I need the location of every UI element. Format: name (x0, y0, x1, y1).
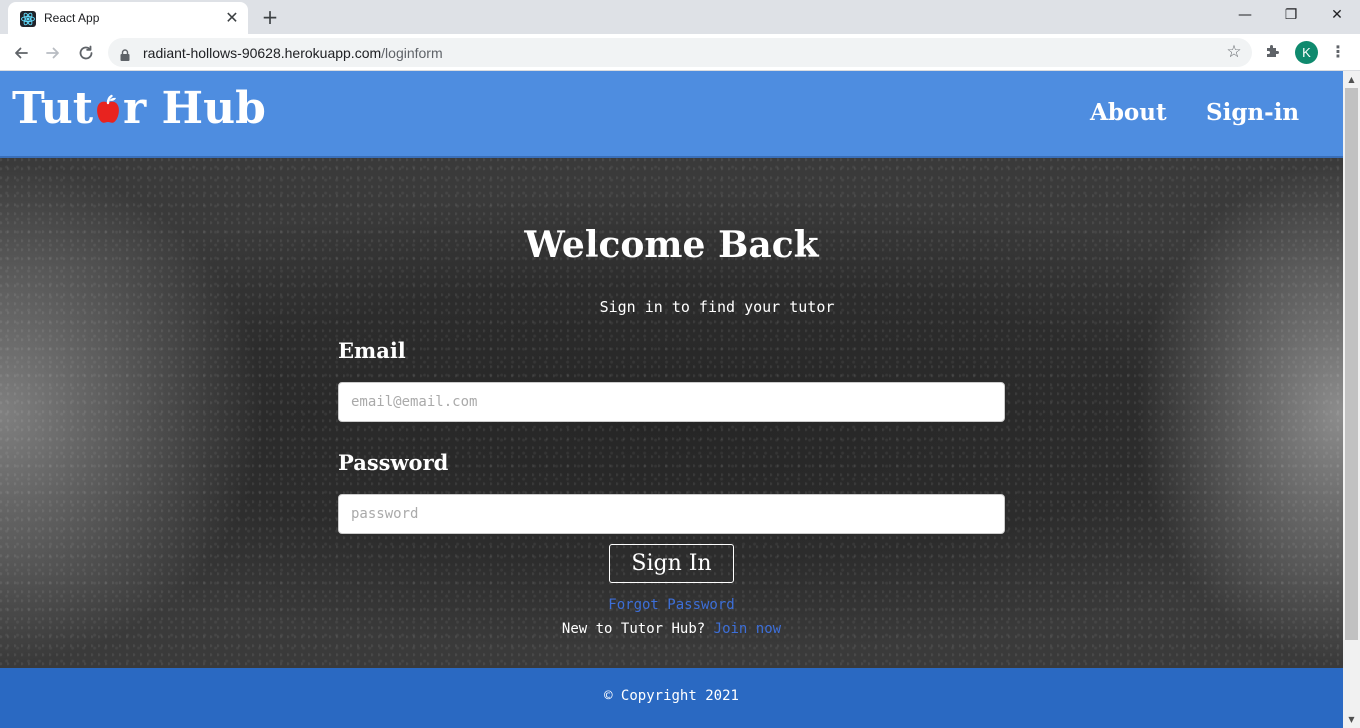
star-icon[interactable]: ☆ (1224, 42, 1244, 62)
tab-close-icon[interactable]: ✕ (224, 10, 240, 26)
browser-tab[interactable]: React App ✕ (8, 2, 248, 34)
password-field[interactable] (338, 494, 1005, 534)
sign-in-button[interactable]: Sign In (609, 544, 734, 583)
password-label: Password (338, 450, 449, 475)
url-path: /loginform (381, 45, 443, 61)
arrow-right-icon[interactable] (42, 42, 64, 64)
login-section: Welcome Back Sign in to find your tutor … (0, 158, 1343, 668)
browser-tab-strip: React App ✕ + — ❐ ✕ (0, 0, 1360, 34)
email-field[interactable] (338, 382, 1005, 422)
url-text: radiant-hollows-90628.herokuapp.com/logi… (143, 45, 443, 61)
site-footer: © Copyright 2021 (0, 668, 1343, 728)
address-bar[interactable]: radiant-hollows-90628.herokuapp.com/logi… (108, 38, 1252, 67)
arrow-left-icon[interactable] (10, 42, 32, 64)
site-header: Tut r Hub About Sign-in (0, 71, 1343, 158)
window-minimize-icon[interactable]: — (1222, 0, 1268, 30)
puzzle-icon[interactable] (1263, 42, 1283, 62)
copyright-text: © Copyright 2021 (604, 688, 739, 704)
page-scrollbar[interactable]: ▲ ▼ (1343, 71, 1360, 728)
join-prompt-text: New to Tutor Hub? (561, 621, 706, 637)
window-restore-icon[interactable]: ❐ (1268, 0, 1314, 30)
new-tab-icon[interactable]: + (260, 6, 280, 28)
logo-text-end: r Hub (123, 83, 266, 134)
site-logo[interactable]: Tut r Hub (12, 83, 266, 134)
scroll-up-arrow-icon[interactable]: ▲ (1343, 71, 1360, 88)
apple-icon (93, 93, 123, 125)
nav-about-link[interactable]: About (1090, 99, 1167, 126)
window-close-icon[interactable]: ✕ (1314, 0, 1360, 30)
url-host: radiant-hollows-90628.herokuapp.com (143, 45, 382, 61)
page-title: Welcome Back (524, 224, 819, 266)
lock-icon[interactable] (120, 46, 130, 61)
join-now-link[interactable]: Join now (714, 621, 781, 637)
profile-avatar[interactable]: K (1295, 41, 1318, 64)
react-favicon-icon (20, 11, 36, 27)
page-subtitle: Sign in to find your tutor (599, 298, 835, 316)
join-prompt: New to Tutor Hub? Join now (0, 621, 1343, 637)
scroll-thumb[interactable] (1345, 88, 1358, 640)
page-viewport: Tut r Hub About Sign-in Welcome Back Sign… (0, 71, 1360, 728)
tab-title: React App (44, 11, 100, 25)
reload-icon[interactable] (75, 42, 97, 64)
nav-signin-link[interactable]: Sign-in (1206, 99, 1299, 126)
email-label: Email (338, 338, 406, 363)
forgot-password-link[interactable]: Forgot Password (0, 597, 1343, 613)
kebab-menu-icon[interactable]: ⋮ (1328, 42, 1348, 62)
scroll-down-arrow-icon[interactable]: ▼ (1343, 711, 1360, 728)
browser-toolbar: radiant-hollows-90628.herokuapp.com/logi… (0, 34, 1360, 71)
logo-text-start: Tut (12, 83, 94, 134)
